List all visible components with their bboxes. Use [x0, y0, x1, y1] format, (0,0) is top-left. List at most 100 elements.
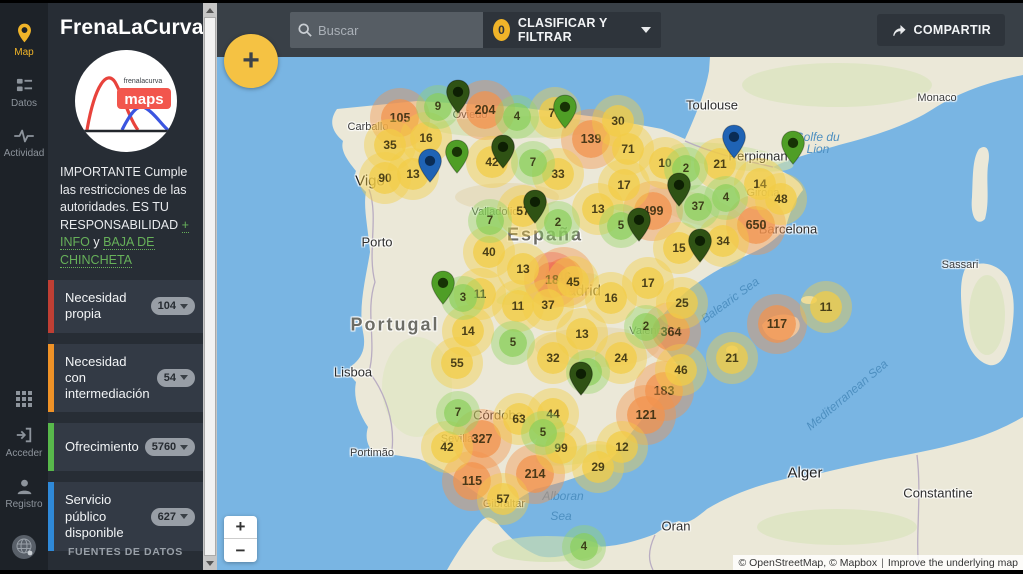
category-label: Ofrecimiento	[65, 439, 139, 455]
cluster-marker[interactable]: 121	[627, 396, 665, 434]
scroll-up-arrow[interactable]	[203, 3, 217, 17]
cluster-marker[interactable]: 90	[369, 162, 401, 194]
cluster-marker[interactable]: 2	[632, 313, 660, 341]
cluster-marker[interactable]: 4	[712, 184, 740, 212]
category-necesidad-propia[interactable]: Necesidad propia 104	[48, 280, 203, 333]
cluster-marker[interactable]: 117	[758, 305, 796, 343]
cluster-marker[interactable]: 4	[570, 533, 598, 561]
map-pin[interactable]	[445, 139, 470, 174]
category-count-dropdown[interactable]: 54	[157, 369, 195, 387]
cluster-marker[interactable]: 204	[466, 91, 504, 129]
sidebar-item-datos[interactable]: Datos	[0, 67, 48, 118]
map-pin[interactable]	[781, 130, 806, 165]
notice-connector: y	[93, 235, 99, 249]
search-box[interactable]	[290, 12, 483, 48]
category-label: Servicio público disponible	[65, 492, 145, 541]
improve-map-link[interactable]: Improve the underlying map	[888, 557, 1018, 569]
sidebar-item-registro[interactable]: Registro	[0, 468, 48, 519]
cluster-marker[interactable]: 327	[463, 420, 501, 458]
category-servicio-publico[interactable]: Servicio público disponible 627	[48, 482, 203, 551]
share-button[interactable]: COMPARTIR	[877, 14, 1005, 46]
classify-filter-button[interactable]: 0 CLASIFICAR Y FILTRAR	[483, 12, 661, 48]
category-ofrecimiento[interactable]: Ofrecimiento 5760	[48, 423, 203, 471]
cluster-marker[interactable]: 7	[476, 207, 504, 235]
cluster-marker[interactable]: 24	[605, 342, 637, 374]
sidebar-item-acceder[interactable]: Acceder	[0, 416, 48, 468]
cluster-marker[interactable]: 115	[453, 462, 491, 500]
user-icon	[16, 478, 33, 495]
map-pin[interactable]	[418, 148, 443, 183]
scrollbar-thumb[interactable]	[204, 17, 216, 556]
login-icon	[15, 426, 33, 444]
cluster-marker[interactable]: 17	[608, 169, 640, 201]
search-icon	[298, 23, 312, 37]
sidebar-item-apps[interactable]	[0, 381, 48, 416]
fuentes-de-datos-heading: FUENTES DE DATOS	[68, 546, 183, 558]
cluster-marker[interactable]: 21	[716, 342, 748, 374]
category-label: Necesidad propia	[65, 290, 145, 323]
map-pin[interactable]	[431, 270, 456, 305]
cluster-marker[interactable]: 214	[516, 455, 554, 493]
sidebar-item-map[interactable]: Map	[0, 13, 48, 67]
cluster-marker[interactable]: 42	[431, 431, 463, 463]
cluster-marker[interactable]: 71	[612, 133, 644, 165]
cluster-marker[interactable]: 4	[503, 103, 531, 131]
cluster-marker[interactable]: 35	[374, 129, 406, 161]
map-label: Alger	[787, 465, 822, 482]
cluster-marker[interactable]: 25	[666, 287, 698, 319]
sidebar-scrollbar[interactable]	[203, 3, 217, 570]
map-pin[interactable]	[667, 172, 692, 207]
logo-small-text: frenalacurva	[123, 78, 162, 85]
map-label: Sea	[550, 509, 571, 523]
map-pin-icon	[16, 23, 33, 43]
cluster-marker[interactable]: 16	[595, 282, 627, 314]
map-pin[interactable]	[688, 228, 713, 263]
app-frame: Map Datos Actividad	[0, 0, 1023, 574]
cluster-marker[interactable]: 29	[582, 451, 614, 483]
cluster-marker[interactable]: 13	[566, 318, 598, 350]
category-count-dropdown[interactable]: 627	[151, 508, 195, 526]
sidebar-item-actividad[interactable]: Actividad	[0, 118, 48, 168]
scroll-down-arrow[interactable]	[203, 556, 217, 570]
map-pin[interactable]	[627, 207, 652, 242]
globe-badge-icon[interactable]	[0, 533, 48, 561]
cluster-marker[interactable]: 17	[632, 267, 664, 299]
cluster-marker[interactable]: 55	[441, 347, 473, 379]
category-count: 5760	[152, 441, 176, 453]
category-necesidad-intermediacion[interactable]: Necesidad con intermediación 54	[48, 344, 203, 413]
rail-label-datos: Datos	[11, 98, 37, 109]
cluster-marker[interactable]: 650	[737, 206, 775, 244]
map-pin[interactable]	[523, 189, 548, 224]
data-list-icon	[16, 77, 33, 94]
grid-icon	[16, 391, 32, 407]
cluster-marker[interactable]: 2	[544, 209, 572, 237]
category-count-dropdown[interactable]: 5760	[145, 438, 195, 456]
search-input[interactable]	[318, 23, 494, 38]
category-count-dropdown[interactable]: 104	[151, 297, 195, 315]
cluster-marker[interactable]: 14	[452, 315, 484, 347]
cluster-marker[interactable]: 11	[810, 291, 842, 323]
cluster-marker[interactable]: 13	[507, 253, 539, 285]
cluster-marker[interactable]: 40	[473, 236, 505, 268]
map-pin[interactable]	[569, 361, 594, 396]
cluster-marker[interactable]: 46	[665, 354, 697, 386]
cluster-marker[interactable]: 11	[502, 290, 534, 322]
cluster-marker[interactable]: 57	[487, 483, 519, 515]
cluster-marker[interactable]: 37	[532, 289, 564, 321]
map-attribution: © OpenStreetMap, © Mapbox | Improve the …	[733, 555, 1023, 570]
cluster-marker[interactable]: 5	[499, 329, 527, 357]
cluster-marker[interactable]: 7	[444, 399, 472, 427]
cluster-marker[interactable]: 7	[519, 149, 547, 177]
zoom-in-button[interactable]: +	[224, 516, 257, 539]
map-pin[interactable]	[553, 94, 578, 129]
map-pin[interactable]	[722, 124, 747, 159]
cluster-marker[interactable]: 32	[537, 342, 569, 374]
map-pin[interactable]	[491, 134, 516, 169]
cluster-marker[interactable]: 5	[529, 419, 557, 447]
cluster-marker[interactable]: 48	[765, 183, 797, 215]
map[interactable]: CarballoOviedoVigoPortoPortugalLisboaPor…	[217, 57, 1023, 570]
add-pin-fab[interactable]: +	[224, 34, 278, 88]
cluster-marker[interactable]: 45	[557, 266, 589, 298]
map-pin[interactable]	[446, 79, 471, 114]
zoom-out-button[interactable]: −	[224, 539, 257, 562]
